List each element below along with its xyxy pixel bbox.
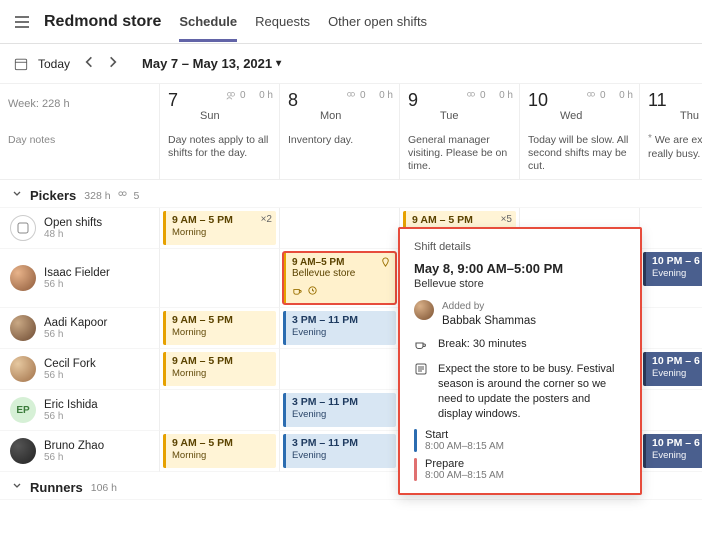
avatar: [10, 438, 36, 464]
menu-icon[interactable]: [14, 14, 30, 30]
prev-arrow-icon[interactable]: [82, 55, 96, 72]
person-row[interactable]: Aadi Kapoor56 h: [0, 308, 160, 349]
required-star-icon: *: [648, 133, 652, 144]
section-pickers[interactable]: Pickers 328 h5: [0, 180, 702, 208]
activity-item: Start8:00 AM–8:15 AM: [414, 429, 626, 452]
day-header-wed[interactable]: 10 Wed 0 0 h: [520, 84, 640, 128]
clock-icon: [307, 285, 318, 299]
break-text: Break: 30 minutes: [438, 337, 626, 352]
shift-card[interactable]: 9 AM – 5 PMMorning×2: [163, 211, 276, 245]
day-note[interactable]: Day notes apply to all shifts for the da…: [160, 128, 280, 180]
avatar: [414, 300, 434, 320]
day-notes-label: Day notes: [0, 128, 160, 180]
day-note[interactable]: General manager visiting. Please be on t…: [400, 128, 520, 180]
day-name: Tue: [440, 110, 459, 122]
note-icon: [414, 362, 430, 379]
section-title: Pickers: [30, 188, 76, 203]
tab-requests[interactable]: Requests: [255, 2, 310, 42]
popover-title: Shift details: [414, 241, 626, 253]
day-name: Mon: [320, 110, 341, 122]
shift-card[interactable]: 10 PM – 6 AMEvening: [643, 434, 702, 468]
date-range-picker[interactable]: May 7 – May 13, 2021 ▾: [142, 56, 281, 71]
day-note[interactable]: Today will be slow. All second shifts ma…: [520, 128, 640, 180]
shift-location: Bellevue store: [414, 278, 626, 290]
shift-card-selected[interactable]: 9 AM–5 PM Bellevue store: [283, 252, 396, 304]
day-number: 10: [528, 90, 548, 110]
location-pin-icon: [380, 257, 391, 271]
chevron-down-icon: [12, 481, 22, 494]
shift-card[interactable]: 9 AM – 5 PMMorning: [163, 352, 276, 386]
today-button[interactable]: Today: [38, 57, 70, 71]
coffee-icon: [292, 285, 303, 299]
day-note[interactable]: Inventory day.: [280, 128, 400, 180]
shift-note: Expect the store to be busy. Festival se…: [438, 362, 626, 421]
avatar: [10, 265, 36, 291]
shift-card[interactable]: 3 PM – 11 PMEvening: [283, 393, 396, 427]
added-by-name: Babbak Shammas: [442, 314, 626, 330]
person-row[interactable]: Isaac Fielder56 h: [0, 249, 160, 308]
store-title: Redmond store: [44, 13, 161, 31]
activity-item: Prepare8:00 AM–8:15 AM: [414, 458, 626, 481]
day-name: Sun: [200, 110, 220, 122]
day-name: Wed: [560, 110, 582, 122]
shift-card[interactable]: 10 PM – 6 AMEvening: [643, 252, 702, 286]
shift-multiplier: ×5: [501, 214, 512, 226]
activity-color: [414, 429, 417, 452]
open-shifts-icon: [10, 215, 36, 241]
next-arrow-icon[interactable]: [106, 55, 120, 72]
week-hours-label: Week: 228 h: [0, 84, 160, 128]
open-shifts-row[interactable]: Open shifts48 h: [0, 208, 160, 249]
person-row[interactable]: Bruno Zhao56 h: [0, 431, 160, 472]
day-number: 7: [168, 90, 178, 110]
day-name: Thu: [680, 110, 699, 122]
day-number: 8: [288, 90, 298, 110]
shift-card[interactable]: 9 AM – 5 PMMorning: [163, 434, 276, 468]
shift-card[interactable]: 3 PM – 11 PMEvening: [283, 434, 396, 468]
avatar: EP: [10, 397, 36, 423]
activity-color: [414, 458, 417, 481]
avatar: [10, 356, 36, 382]
avatar: [10, 315, 36, 341]
chevron-down-icon: [12, 189, 22, 202]
tab-schedule[interactable]: Schedule: [179, 2, 237, 42]
shift-card[interactable]: 10 PM – 6 AMEvening: [643, 352, 702, 386]
day-header-mon[interactable]: 8 Mon 0 0 h: [280, 84, 400, 128]
date-range-text: May 7 – May 13, 2021: [142, 56, 272, 71]
day-header-tue[interactable]: 9 Tue 0 0 h: [400, 84, 520, 128]
calendar-icon[interactable]: [14, 57, 28, 71]
day-note[interactable]: * We are expecting be really busy.: [640, 128, 702, 180]
day-number: 11: [648, 90, 667, 110]
shift-card[interactable]: 9 AM – 5 PMMorning: [163, 311, 276, 345]
chevron-down-icon: ▾: [276, 58, 281, 69]
day-number: 9: [408, 90, 418, 110]
person-row[interactable]: EP Eric Ishida56 h: [0, 390, 160, 431]
shift-time: May 8, 9:00 AM–5:00 PM: [414, 261, 626, 276]
coffee-icon: [414, 337, 430, 354]
tabs: Schedule Requests Other open shifts: [179, 2, 427, 42]
day-header-thu[interactable]: 11 Thu: [640, 84, 702, 128]
shift-details-popover: Shift details May 8, 9:00 AM–5:00 PM Bel…: [398, 227, 642, 495]
shift-multiplier: ×2: [261, 214, 272, 226]
section-title: Runners: [30, 480, 83, 495]
shift-card[interactable]: 3 PM – 11 PMEvening: [283, 311, 396, 345]
person-row[interactable]: Cecil Fork56 h: [0, 349, 160, 390]
tab-other-open-shifts[interactable]: Other open shifts: [328, 2, 427, 42]
day-header-sun[interactable]: 7 Sun 0 0 h: [160, 84, 280, 128]
